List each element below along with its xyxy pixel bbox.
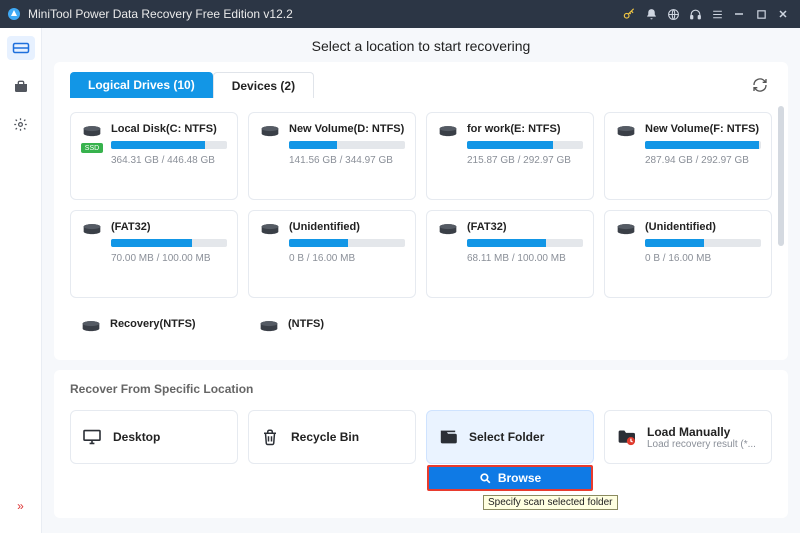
location-recycle-bin[interactable]: Recycle Bin bbox=[248, 410, 416, 464]
drive-card[interactable]: (FAT32) 68.11 MB / 100.00 MB bbox=[426, 210, 594, 298]
disk-icon bbox=[615, 125, 637, 139]
usage-bar bbox=[111, 239, 227, 247]
maximize-button[interactable] bbox=[750, 3, 772, 25]
disk-icon bbox=[81, 223, 103, 237]
drive-usage: 141.56 GB / 344.97 GB bbox=[289, 155, 405, 166]
drive-usage: 364.31 GB / 446.48 GB bbox=[111, 155, 227, 166]
drive-name: (FAT32) bbox=[111, 221, 227, 233]
drive-card[interactable]: Recovery(NTFS) bbox=[70, 308, 238, 350]
drive-card[interactable]: SSD Local Disk(C: NTFS) 364.31 GB / 446.48… bbox=[70, 112, 238, 200]
rail-toolbox-icon[interactable] bbox=[7, 74, 35, 98]
browse-button[interactable]: Browse bbox=[427, 465, 593, 491]
disk-icon bbox=[258, 320, 280, 334]
drives-panel: Logical Drives (10) Devices (2) SSD Local… bbox=[54, 62, 788, 360]
globe-icon[interactable] bbox=[662, 3, 684, 25]
drive-name: (NTFS) bbox=[288, 318, 406, 330]
close-button[interactable] bbox=[772, 3, 794, 25]
drive-usage: 215.87 GB / 292.97 GB bbox=[467, 155, 583, 166]
disk-icon bbox=[437, 125, 459, 139]
drive-name: New Volume(D: NTFS) bbox=[289, 123, 405, 135]
ssd-badge: SSD bbox=[81, 143, 103, 153]
app-title: MiniTool Power Data Recovery Free Editio… bbox=[28, 7, 618, 21]
desktop-icon bbox=[81, 428, 103, 446]
folder-icon bbox=[437, 428, 459, 446]
disk-icon bbox=[81, 125, 103, 139]
headphones-icon[interactable] bbox=[684, 3, 706, 25]
drive-usage: 0 B / 16.00 MB bbox=[289, 253, 405, 264]
usage-bar bbox=[111, 141, 227, 149]
key-icon[interactable] bbox=[618, 3, 640, 25]
usage-bar bbox=[467, 239, 583, 247]
drive-card[interactable]: for work(E: NTFS) 215.87 GB / 292.97 GB bbox=[426, 112, 594, 200]
trash-icon bbox=[259, 428, 281, 446]
drive-usage: 287.94 GB / 292.97 GB bbox=[645, 155, 761, 166]
disk-icon bbox=[259, 223, 281, 237]
usage-bar bbox=[289, 239, 405, 247]
bell-icon[interactable] bbox=[640, 3, 662, 25]
usage-bar bbox=[289, 141, 405, 149]
drive-card[interactable]: New Volume(F: NTFS) 287.94 GB / 292.97 GB bbox=[604, 112, 772, 200]
titlebar: MiniTool Power Data Recovery Free Editio… bbox=[0, 0, 800, 28]
rail-recover-icon[interactable] bbox=[7, 36, 35, 60]
drive-card[interactable]: (FAT32) 70.00 MB / 100.00 MB bbox=[70, 210, 238, 298]
usage-bar bbox=[645, 239, 761, 247]
rail-expand-icon[interactable]: » bbox=[17, 499, 24, 513]
menu-icon[interactable] bbox=[706, 3, 728, 25]
tab-logical-drives[interactable]: Logical Drives (10) bbox=[70, 72, 213, 98]
location-label: Load Manually bbox=[647, 425, 756, 439]
drive-card[interactable]: (Unidentified) 0 B / 16.00 MB bbox=[248, 210, 416, 298]
disk-icon bbox=[80, 320, 102, 334]
location-label: Recycle Bin bbox=[291, 430, 359, 444]
main-area: Select a location to start recovering Lo… bbox=[42, 28, 800, 533]
location-label: Select Folder bbox=[469, 430, 544, 444]
drive-name: New Volume(F: NTFS) bbox=[645, 123, 761, 135]
drive-name: (Unidentified) bbox=[289, 221, 405, 233]
page-heading: Select a location to start recovering bbox=[42, 28, 800, 62]
app-logo-icon bbox=[6, 6, 22, 22]
window: MiniTool Power Data Recovery Free Editio… bbox=[0, 0, 800, 533]
disk-icon bbox=[615, 223, 637, 237]
location-sublabel: Load recovery result (*... bbox=[647, 439, 756, 450]
minimize-button[interactable] bbox=[728, 3, 750, 25]
drive-usage: 0 B / 16.00 MB bbox=[645, 253, 761, 264]
drive-usage: 70.00 MB / 100.00 MB bbox=[111, 253, 227, 264]
locations-panel: Recover From Specific Location Desktop R… bbox=[54, 370, 788, 518]
location-label: Desktop bbox=[113, 430, 160, 444]
drive-name: Local Disk(C: NTFS) bbox=[111, 123, 227, 135]
search-icon bbox=[479, 472, 492, 485]
locations-title: Recover From Specific Location bbox=[70, 382, 772, 396]
browse-label: Browse bbox=[498, 471, 541, 485]
drive-name: Recovery(NTFS) bbox=[110, 318, 228, 330]
drive-card[interactable]: (NTFS) bbox=[248, 308, 416, 350]
drive-card[interactable]: New Volume(D: NTFS) 141.56 GB / 344.97 GB bbox=[248, 112, 416, 200]
drive-name: (FAT32) bbox=[467, 221, 583, 233]
refresh-icon[interactable] bbox=[748, 73, 772, 97]
tab-devices[interactable]: Devices (2) bbox=[213, 72, 314, 98]
drive-name: for work(E: NTFS) bbox=[467, 123, 583, 135]
usage-bar bbox=[645, 141, 761, 149]
drive-name: (Unidentified) bbox=[645, 221, 761, 233]
browse-tooltip: Specify scan selected folder bbox=[483, 495, 618, 510]
location-select-folder[interactable]: Select Folder Browse Specify scan select… bbox=[426, 410, 594, 464]
drive-card[interactable]: (Unidentified) 0 B / 16.00 MB bbox=[604, 210, 772, 298]
location-load-manually[interactable]: Load Manually Load recovery result (*... bbox=[604, 410, 772, 464]
drive-usage: 68.11 MB / 100.00 MB bbox=[467, 253, 583, 264]
location-desktop[interactable]: Desktop bbox=[70, 410, 238, 464]
side-rail: » bbox=[0, 28, 42, 533]
rail-settings-icon[interactable] bbox=[7, 112, 35, 136]
usage-bar bbox=[467, 141, 583, 149]
drives-scrollbar[interactable] bbox=[778, 106, 784, 342]
disk-icon bbox=[259, 125, 281, 139]
disk-icon bbox=[437, 223, 459, 237]
load-icon bbox=[615, 428, 637, 446]
